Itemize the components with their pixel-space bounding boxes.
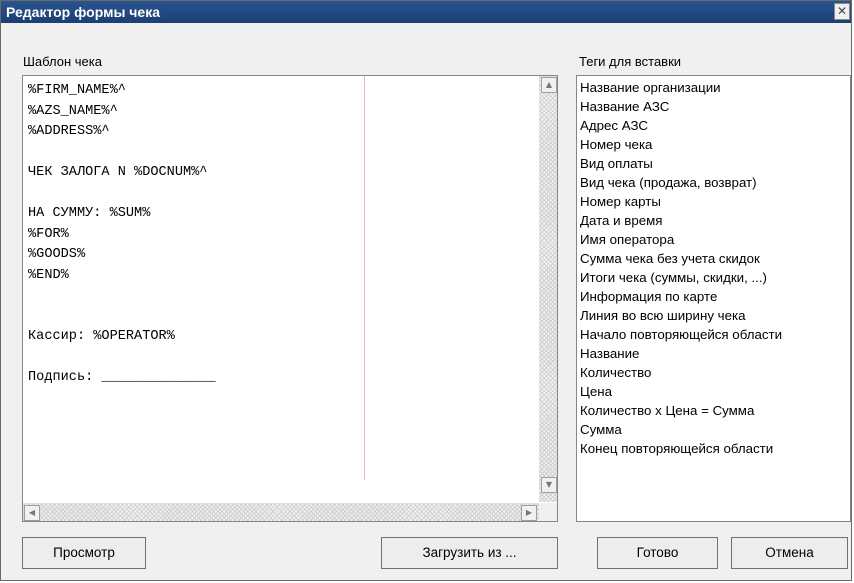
template-text[interactable]: %FIRM_NAME%^ %AZS_NAME%^ %ADDRESS%^ ЧЕК …: [28, 81, 216, 389]
receipt-form-editor-window: Редактор формы чека ✕ Шаблон чека Теги д…: [0, 0, 852, 581]
list-item[interactable]: Сумма: [580, 422, 622, 441]
list-item[interactable]: Линия во всю ширину чека: [580, 308, 745, 327]
ok-button[interactable]: Готово: [597, 537, 718, 569]
list-item[interactable]: Имя оператора: [580, 232, 674, 251]
list-item[interactable]: Количество: [580, 365, 651, 384]
list-item[interactable]: Номер чека: [580, 137, 652, 156]
scroll-left-icon[interactable]: ◀: [24, 505, 40, 521]
template-editor[interactable]: %FIRM_NAME%^ %AZS_NAME%^ %ADDRESS%^ ЧЕК …: [22, 75, 558, 522]
scroll-right-icon[interactable]: ▶: [521, 505, 537, 521]
list-item[interactable]: Информация по карте: [580, 289, 717, 308]
list-item[interactable]: Название: [580, 346, 639, 365]
list-item[interactable]: Количество x Цена = Сумма: [580, 403, 754, 422]
preview-button[interactable]: Просмотр: [22, 537, 146, 569]
list-item[interactable]: Адрес АЗС: [580, 118, 648, 137]
tags-list[interactable]: Название организации Название АЗС Адрес …: [576, 75, 851, 522]
list-item[interactable]: Название АЗС: [580, 99, 669, 118]
scroll-down-icon[interactable]: ▼: [541, 477, 557, 493]
scrollbar-corner: [539, 503, 557, 521]
load-from-button[interactable]: Загрузить из ...: [381, 537, 558, 569]
list-item[interactable]: Номер карты: [580, 194, 661, 213]
horizontal-scrollbar[interactable]: ◀ ▶: [23, 503, 540, 521]
list-item[interactable]: Итоги чека (суммы, скидки, ...): [580, 270, 767, 289]
list-item[interactable]: Начало повторяющейся области: [580, 327, 782, 346]
cancel-button[interactable]: Отмена: [731, 537, 848, 569]
list-item[interactable]: Дата и время: [580, 213, 662, 232]
list-item[interactable]: Сумма чека без учета скидок: [580, 251, 760, 270]
list-item[interactable]: Вид чека (продажа, возврат): [580, 175, 757, 194]
template-label: Шаблон чека: [23, 54, 102, 69]
window-title: Редактор формы чека: [6, 4, 161, 20]
vertical-scrollbar[interactable]: ▲ ▼: [539, 76, 557, 502]
list-item[interactable]: Конец повторяющейся области: [580, 441, 773, 460]
list-item[interactable]: Цена: [580, 384, 612, 403]
close-button[interactable]: ✕: [834, 3, 850, 20]
scroll-up-icon[interactable]: ▲: [541, 77, 557, 93]
tags-label: Теги для вставки: [579, 54, 682, 69]
list-item[interactable]: Название организации: [580, 80, 721, 99]
margin-guide-line: [364, 76, 365, 480]
title-bar[interactable]: Редактор формы чека ✕: [1, 1, 851, 23]
list-item[interactable]: Вид оплаты: [580, 156, 653, 175]
